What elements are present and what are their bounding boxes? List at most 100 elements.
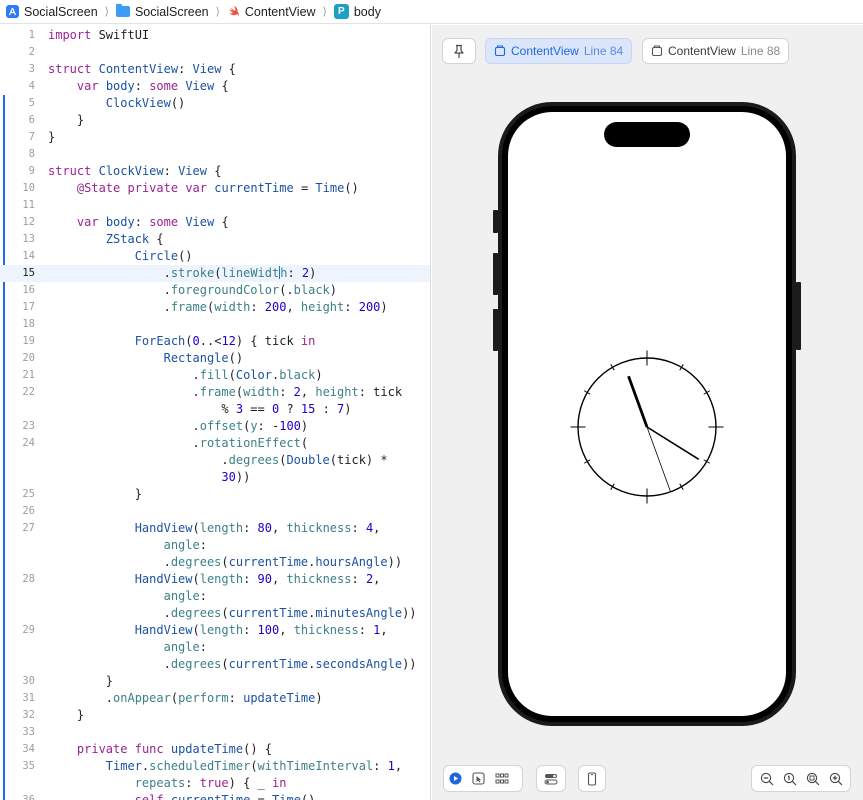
zoom-100-button[interactable] bbox=[778, 766, 801, 791]
zoom-fit-button[interactable] bbox=[801, 766, 824, 791]
zoom-out-icon bbox=[760, 772, 773, 785]
pin-icon bbox=[454, 44, 464, 58]
code-line[interactable]: 23 .offset(y: -100) bbox=[0, 418, 430, 435]
line-code: struct ContentView: View { bbox=[48, 62, 236, 76]
code-line[interactable]: repeats: true) { _ in bbox=[0, 775, 430, 792]
code-line[interactable]: 30)) bbox=[0, 469, 430, 486]
code-line[interactable]: 7} bbox=[0, 129, 430, 146]
preview-tab-line: Line 88 bbox=[740, 44, 781, 58]
line-number: 2 bbox=[28, 46, 35, 58]
pin-preview-button[interactable] bbox=[442, 38, 476, 64]
line-number: 11 bbox=[22, 199, 35, 211]
variants-button[interactable] bbox=[490, 766, 513, 791]
line-code: import SwiftUI bbox=[48, 28, 150, 42]
code-line[interactable]: 28 HandView(length: 90, thickness: 2, bbox=[0, 571, 430, 588]
code-line[interactable]: 29 HandView(length: 100, thickness: 1, bbox=[0, 622, 430, 639]
code-line[interactable]: angle: bbox=[0, 639, 430, 656]
hour-hand bbox=[627, 375, 649, 428]
code-line[interactable]: 17 .frame(width: 200, height: 200) bbox=[0, 299, 430, 316]
zoom-in-button[interactable] bbox=[824, 766, 847, 791]
line-number: 29 bbox=[22, 624, 35, 636]
code-line[interactable]: % 3 == 0 ? 15 : 7) bbox=[0, 401, 430, 418]
breadcrumb-folder[interactable]: SocialScreen bbox=[115, 4, 209, 19]
code-line[interactable]: 30 } bbox=[0, 673, 430, 690]
code-line[interactable]: 31 .onAppear(perform: updateTime) bbox=[0, 690, 430, 707]
code-line[interactable]: 10 @State private var currentTime = Time… bbox=[0, 180, 430, 197]
code-line[interactable]: 4 var body: some View { bbox=[0, 78, 430, 95]
code-line[interactable]: 32 } bbox=[0, 707, 430, 724]
code-line[interactable]: 26 bbox=[0, 503, 430, 520]
app-project-icon bbox=[6, 5, 19, 18]
code-line[interactable]: 14 Circle() bbox=[0, 248, 430, 265]
line-number bbox=[0, 588, 35, 605]
code-line[interactable]: .degrees(currentTime.minutesAngle)) bbox=[0, 605, 430, 622]
selectable-mode-button[interactable] bbox=[467, 766, 490, 791]
line-code: HandView(length: 80, thickness: 4, bbox=[134, 521, 381, 535]
preview-tab-icon bbox=[651, 45, 663, 57]
line-number: 18 bbox=[22, 318, 35, 330]
code-line[interactable]: angle: bbox=[0, 588, 430, 605]
code-line[interactable]: 22 .frame(width: 2, height: tick bbox=[0, 384, 430, 401]
live-preview-button[interactable] bbox=[444, 766, 467, 791]
code-line[interactable]: 36 self.currentTime = Time() bbox=[0, 792, 430, 800]
preview-tab-contentview-84[interactable]: ContentView Line 84 bbox=[485, 38, 633, 64]
line-code: angle: bbox=[163, 538, 207, 552]
breadcrumb-folder-label: SocialScreen bbox=[134, 4, 209, 19]
code-line[interactable]: 11 bbox=[0, 197, 430, 214]
code-line[interactable]: 1 import SwiftUI bbox=[0, 27, 430, 44]
code-editor[interactable]: 1 import SwiftUI 2 3 struct ContentView: Vie… bbox=[0, 25, 431, 800]
line-number: 31 bbox=[22, 692, 35, 704]
breadcrumb-symbol[interactable]: P body bbox=[333, 4, 381, 19]
breadcrumb-file[interactable]: ContentView bbox=[227, 5, 316, 19]
device-button[interactable] bbox=[578, 765, 606, 792]
line-code: @State private var currentTime = Time() bbox=[76, 181, 359, 195]
code-line[interactable]: .degrees(Double(tick) * bbox=[0, 452, 430, 469]
code-line[interactable]: 20 Rectangle() bbox=[0, 350, 430, 367]
code-line[interactable]: 8 bbox=[0, 146, 430, 163]
code-line[interactable]: 15 .stroke(lineWidth: 2) bbox=[0, 265, 430, 282]
code-line[interactable]: 19 ForEach(0..<12) { tick in bbox=[0, 333, 430, 350]
chevron-right-icon: ⟩ bbox=[104, 6, 109, 18]
code-line[interactable]: 33 bbox=[0, 724, 430, 741]
line-number bbox=[0, 656, 35, 673]
code-line[interactable]: angle: bbox=[0, 537, 430, 554]
clock-view bbox=[570, 350, 724, 504]
code-line[interactable]: 34 private func updateTime() { bbox=[0, 741, 430, 758]
line-number: 21 bbox=[22, 369, 35, 381]
code-line[interactable]: 9 struct ClockView: View { bbox=[0, 163, 430, 180]
breadcrumb-symbol-label: body bbox=[353, 4, 381, 19]
line-code: } bbox=[48, 674, 114, 688]
code-line[interactable]: 35 Timer.scheduledTimer(withTimeInterval… bbox=[0, 758, 430, 775]
code-line[interactable]: 16 .foregroundColor(.black) bbox=[0, 282, 430, 299]
code-line[interactable]: .degrees(currentTime.hoursAngle)) bbox=[0, 554, 430, 571]
line-code: struct ClockView: View { bbox=[48, 164, 222, 178]
line-number: 20 bbox=[22, 352, 35, 364]
code-line[interactable]: 25 } bbox=[0, 486, 430, 503]
code-line[interactable]: 13 ZStack { bbox=[0, 231, 430, 248]
preview-tab-contentview-88[interactable]: ContentView Line 88 bbox=[642, 38, 790, 64]
line-number: 15 bbox=[22, 267, 35, 279]
line-code: var body: some View { bbox=[76, 215, 229, 229]
code-line[interactable]: 3 struct ContentView: View { bbox=[0, 61, 430, 78]
preview-tab-line: Line 84 bbox=[583, 44, 624, 58]
code-line[interactable]: 18 bbox=[0, 316, 430, 333]
code-line[interactable]: 27 HandView(length: 80, thickness: 4, bbox=[0, 520, 430, 537]
code-line[interactable]: 21 .fill(Color.black) bbox=[0, 367, 430, 384]
breadcrumb-project[interactable]: SocialScreen bbox=[6, 5, 98, 19]
code-line[interactable]: 5 ClockView() bbox=[0, 95, 430, 112]
line-number: 26 bbox=[22, 505, 35, 517]
zoom-out-button[interactable] bbox=[755, 766, 778, 791]
code-line[interactable]: 6 } bbox=[0, 112, 430, 129]
code-line[interactable]: 2 bbox=[0, 44, 430, 61]
device-settings-button[interactable] bbox=[536, 765, 566, 792]
line-code: .onAppear(perform: updateTime) bbox=[48, 691, 323, 705]
code-line[interactable]: 12 var body: some View { bbox=[0, 214, 430, 231]
code-line[interactable]: 24 .rotationEffect( bbox=[0, 435, 430, 452]
line-code: angle: bbox=[163, 589, 207, 603]
line-number: 1 bbox=[28, 29, 35, 41]
phone-screen[interactable] bbox=[508, 112, 786, 716]
code-line[interactable]: .degrees(currentTime.secondsAngle)) bbox=[0, 656, 430, 673]
zoom-100-icon bbox=[783, 772, 796, 785]
